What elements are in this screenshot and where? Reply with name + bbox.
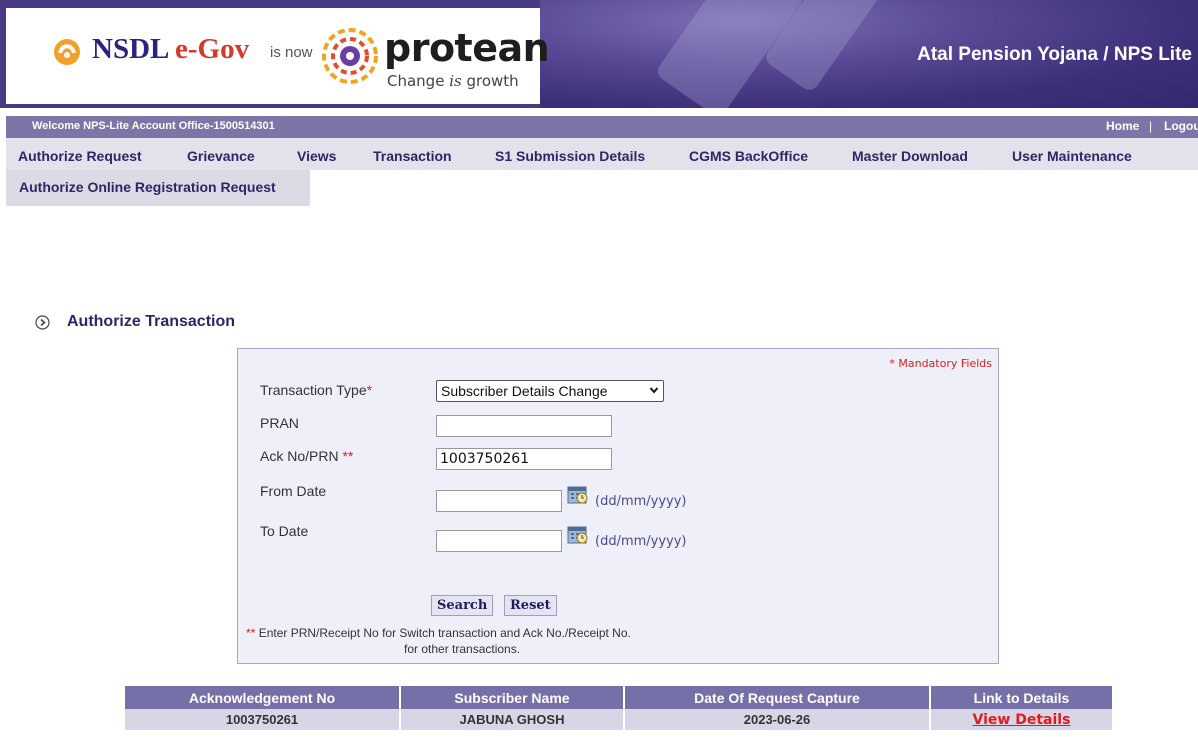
separator: | xyxy=(1149,119,1153,133)
authorize-transaction-form: * Mandatory Fields Transaction Type* Sub… xyxy=(237,348,999,664)
transaction-type-select[interactable]: Subscriber Details Change xyxy=(436,380,664,402)
cell-link: View Details xyxy=(930,709,1112,730)
protean-logo-text: protean xyxy=(384,26,550,70)
ack-no-input[interactable] xyxy=(436,448,612,470)
menu-views[interactable]: Views xyxy=(297,148,336,164)
chevron-down-icon xyxy=(649,387,659,394)
submenu-authorize-online-registration[interactable]: Authorize Online Registration Request xyxy=(19,179,276,195)
welcome-bar: Welcome NPS-Lite Account Office-15005143… xyxy=(6,116,1198,138)
section-arrow-icon xyxy=(35,315,50,330)
from-date-input[interactable] xyxy=(436,490,562,512)
pran-input[interactable] xyxy=(436,415,612,437)
reset-button[interactable]: Reset xyxy=(504,595,557,616)
menu-authorize-request[interactable]: Authorize Request xyxy=(18,148,142,164)
main-menu: Authorize Request Grievance Views Transa… xyxy=(6,138,1198,170)
form-note: ** Enter PRN/Receipt No for Switch trans… xyxy=(246,626,631,640)
is-now-text: is now xyxy=(270,44,313,61)
to-date-label: To Date xyxy=(260,523,309,539)
menu-s1-submission-details[interactable]: S1 Submission Details xyxy=(495,148,645,164)
results-table: Acknowledgement No Subscriber Name Date … xyxy=(125,686,1112,730)
cell-subscriber-name: JABUNA GHOSH xyxy=(400,709,625,730)
column-header-ack-no: Acknowledgement No xyxy=(125,686,401,709)
from-date-label: From Date xyxy=(260,483,327,499)
cell-date: 2023-06-26 xyxy=(624,709,931,730)
menu-master-download[interactable]: Master Download xyxy=(852,148,968,164)
pran-label: PRAN xyxy=(260,415,299,431)
column-header-date: Date Of Request Capture xyxy=(624,686,931,709)
table-header-row: Acknowledgement No Subscriber Name Date … xyxy=(125,686,1112,709)
table-row: 1003750261 JABUNA GHOSH 2023-06-26 View … xyxy=(125,709,1112,730)
ack-no-label: Ack No/PRN ** xyxy=(260,448,354,464)
transaction-type-label: Transaction Type* xyxy=(260,382,373,398)
logout-link[interactable]: Logout xyxy=(1164,119,1198,133)
section-title: Authorize Transaction xyxy=(67,313,236,330)
from-date-format-hint: (dd/mm/yyyy) xyxy=(595,494,687,509)
mandatory-fields-note: * Mandatory Fields xyxy=(889,357,992,370)
menu-transaction[interactable]: Transaction xyxy=(373,148,452,164)
calendar-icon[interactable] xyxy=(567,524,589,544)
form-note-continued: for other transactions. xyxy=(404,642,521,656)
home-link[interactable]: Home xyxy=(1106,119,1139,133)
menu-grievance[interactable]: Grievance xyxy=(187,148,255,164)
to-date-format-hint: (dd/mm/yyyy) xyxy=(595,534,687,549)
welcome-text: Welcome NPS-Lite Account Office-15005143… xyxy=(32,120,275,132)
submenu: Authorize Online Registration Request xyxy=(6,170,310,206)
nsdl-logo-icon xyxy=(54,39,80,65)
menu-user-maintenance[interactable]: User Maintenance xyxy=(1012,148,1132,164)
search-button[interactable]: Search xyxy=(431,595,494,616)
to-date-input[interactable] xyxy=(436,530,562,552)
calendar-icon[interactable] xyxy=(567,484,589,504)
app-title: Atal Pension Yojana / NPS Lite xyxy=(917,44,1192,65)
logo-area: NSDL e-Gov is now protean Change is grow… xyxy=(6,8,550,104)
cell-ack-no: 1003750261 xyxy=(125,709,401,730)
transaction-type-value: Subscriber Details Change xyxy=(441,383,608,399)
view-details-link[interactable]: View Details xyxy=(973,712,1071,728)
menu-cgms-backoffice[interactable]: CGMS BackOffice xyxy=(689,148,808,164)
column-header-link: Link to Details xyxy=(930,686,1112,709)
header-banner: NSDL e-Gov is now protean Change is grow… xyxy=(0,0,1198,108)
protean-tagline: Change is growth xyxy=(387,72,519,90)
nsdl-logo-text: NSDL e-Gov xyxy=(92,33,250,65)
column-header-subscriber-name: Subscriber Name xyxy=(400,686,625,709)
protean-logo-icon xyxy=(322,28,378,84)
